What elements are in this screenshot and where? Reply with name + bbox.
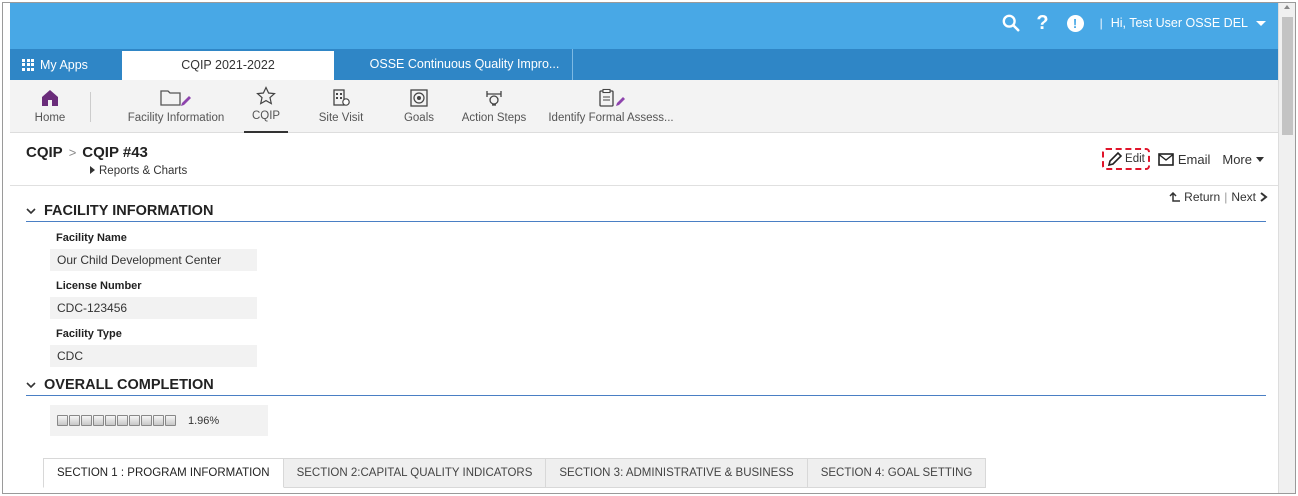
nav-item-action-steps[interactable]: Action Steps (456, 80, 532, 133)
facility-name-value: Our Child Development Center (50, 249, 257, 271)
vertical-scrollbar[interactable] (1278, 3, 1295, 493)
pager-divider: | (1224, 190, 1228, 204)
chevron-down-icon (1256, 156, 1264, 162)
facility-type-label: Facility Type (56, 328, 122, 340)
nav-label-action-steps: Action Steps (461, 112, 527, 124)
nav-item-goals[interactable]: Goals (399, 80, 439, 133)
nav-item-cqip[interactable]: CQIP (244, 80, 288, 133)
breadcrumb-root[interactable]: CQIP (26, 144, 63, 161)
next-link[interactable]: Next (1231, 190, 1256, 204)
email-button[interactable]: Email (1158, 151, 1211, 167)
nav-item-facility-information[interactable]: Facility Information (123, 80, 229, 133)
envelope-icon (1158, 152, 1174, 166)
progress-segment (153, 415, 164, 426)
completion-progress: 1.96% (50, 405, 268, 436)
edit-button[interactable]: Edit (1102, 148, 1150, 170)
nav-label-goals: Goals (403, 112, 435, 124)
clipboard-edit-icon (599, 88, 625, 107)
progress-segment (93, 415, 104, 426)
facility-information-header[interactable]: FACILITY INFORMATION (26, 203, 1266, 222)
progress-segment (105, 415, 116, 426)
progress-segments (57, 415, 177, 426)
progress-segment (165, 415, 176, 426)
topbar-separator: | (1099, 16, 1103, 30)
chevron-down-icon (26, 208, 36, 215)
nav-ribbon: Home Facility Information CQIP Site Visi… (10, 80, 1278, 133)
nav-label-site-visit: Site Visit (318, 112, 364, 124)
tab-osse-continuous-quality[interactable]: OSSE Continuous Quality Impro... (357, 49, 573, 80)
my-apps-label: My Apps (40, 57, 88, 72)
progress-segment (57, 415, 68, 426)
overall-completion-title: OVERALL COMPLETION (44, 377, 214, 393)
return-link[interactable]: Return (1184, 190, 1220, 204)
nav-divider (90, 92, 91, 122)
tab-section-2[interactable]: SECTION 2:CAPITAL QUALITY INDICATORS (283, 458, 547, 488)
tab-section-4[interactable]: SECTION 4: GOAL SETTING (807, 458, 987, 488)
nav-item-site-visit[interactable]: Site Visit (311, 80, 371, 133)
top-bar-actions: ? ! | Hi, Test User OSSE DEL (1002, 3, 1266, 43)
progress-segment (141, 415, 152, 426)
progress-segment (69, 415, 80, 426)
tab-section-1[interactable]: SECTION 1 : PROGRAM INFORMATION (43, 458, 284, 488)
chevron-down-icon (26, 382, 36, 389)
scroll-thumb[interactable] (1282, 17, 1293, 135)
reports-charts-label: Reports & Charts (99, 165, 188, 177)
my-apps-button[interactable]: My Apps (10, 49, 88, 80)
folder-edit-icon (160, 90, 191, 106)
nav-label-identify-formal-assess: Identify Formal Assess... (548, 112, 674, 124)
record-pager: Return | Next (1169, 190, 1268, 204)
pencil-icon (1107, 151, 1123, 167)
section-tabs: SECTION 1 : PROGRAM INFORMATION SECTION … (43, 458, 987, 488)
return-arrow-icon (1169, 191, 1181, 202)
alert-icon[interactable]: ! (1066, 14, 1084, 32)
nav-item-identify-formal-assess[interactable]: Identify Formal Assess... (547, 80, 675, 133)
breadcrumb-separator: > (68, 145, 77, 160)
nav-label-facility-information: Facility Information (127, 112, 225, 124)
license-number-value: CDC-123456 (50, 297, 257, 319)
record-header: CQIP > CQIP #43 Reports & Charts Edit Emai… (10, 134, 1278, 186)
reports-charts-toggle[interactable]: Reports & Charts (90, 165, 187, 177)
license-number-label: License Number (56, 280, 142, 292)
email-label: Email (1177, 151, 1211, 167)
overall-completion-header[interactable]: OVERALL COMPLETION (26, 377, 1266, 396)
tab-cqip-2021-2022[interactable]: CQIP 2021-2022 (122, 51, 334, 80)
target-icon (410, 89, 428, 107)
facility-type-value: CDC (50, 345, 257, 367)
nav-label-cqip: CQIP (251, 110, 281, 122)
progress-segment (81, 415, 92, 426)
chevron-right-icon[interactable] (1259, 192, 1268, 202)
building-icon (333, 89, 350, 106)
more-label: More (1222, 151, 1252, 167)
chevron-down-icon[interactable] (1256, 20, 1266, 26)
record-actions: Edit Email More (1102, 148, 1264, 170)
steps-icon (486, 91, 502, 106)
more-button[interactable]: More (1222, 152, 1264, 167)
tab-row: My Apps CQIP 2021-2022 OSSE Continuous Q… (10, 49, 1278, 80)
record-body: Return | Next FACILITY INFORMATION Facil… (10, 187, 1278, 493)
home-icon (42, 90, 58, 106)
edit-label: Edit (1125, 153, 1145, 165)
progress-segment (129, 415, 140, 426)
progress-segment (117, 415, 128, 426)
help-icon[interactable]: ? (1036, 13, 1048, 33)
star-outline-icon (256, 86, 276, 105)
tab-section-3[interactable]: SECTION 3: ADMINISTRATIVE & BUSINESS (546, 458, 808, 488)
record-title: CQIP #43 (82, 144, 148, 161)
app-window: ? ! | Hi, Test User OSSE DEL My Apps CQI… (2, 2, 1296, 494)
user-menu[interactable]: Hi, Test User OSSE DEL (1111, 16, 1248, 30)
nav-label-home: Home (34, 112, 66, 124)
completion-percent: 1.96% (188, 414, 220, 427)
breadcrumb: CQIP > CQIP #43 (26, 144, 148, 161)
search-icon[interactable] (1002, 14, 1020, 32)
facility-information-title: FACILITY INFORMATION (44, 203, 214, 219)
caret-right-icon (90, 166, 95, 174)
scroll-up-arrow-icon[interactable] (1284, 5, 1290, 9)
app-grid-icon (22, 58, 34, 71)
top-bar: ? ! | Hi, Test User OSSE DEL (10, 3, 1278, 49)
facility-name-label: Facility Name (56, 232, 127, 244)
nav-item-home[interactable]: Home (29, 80, 71, 133)
